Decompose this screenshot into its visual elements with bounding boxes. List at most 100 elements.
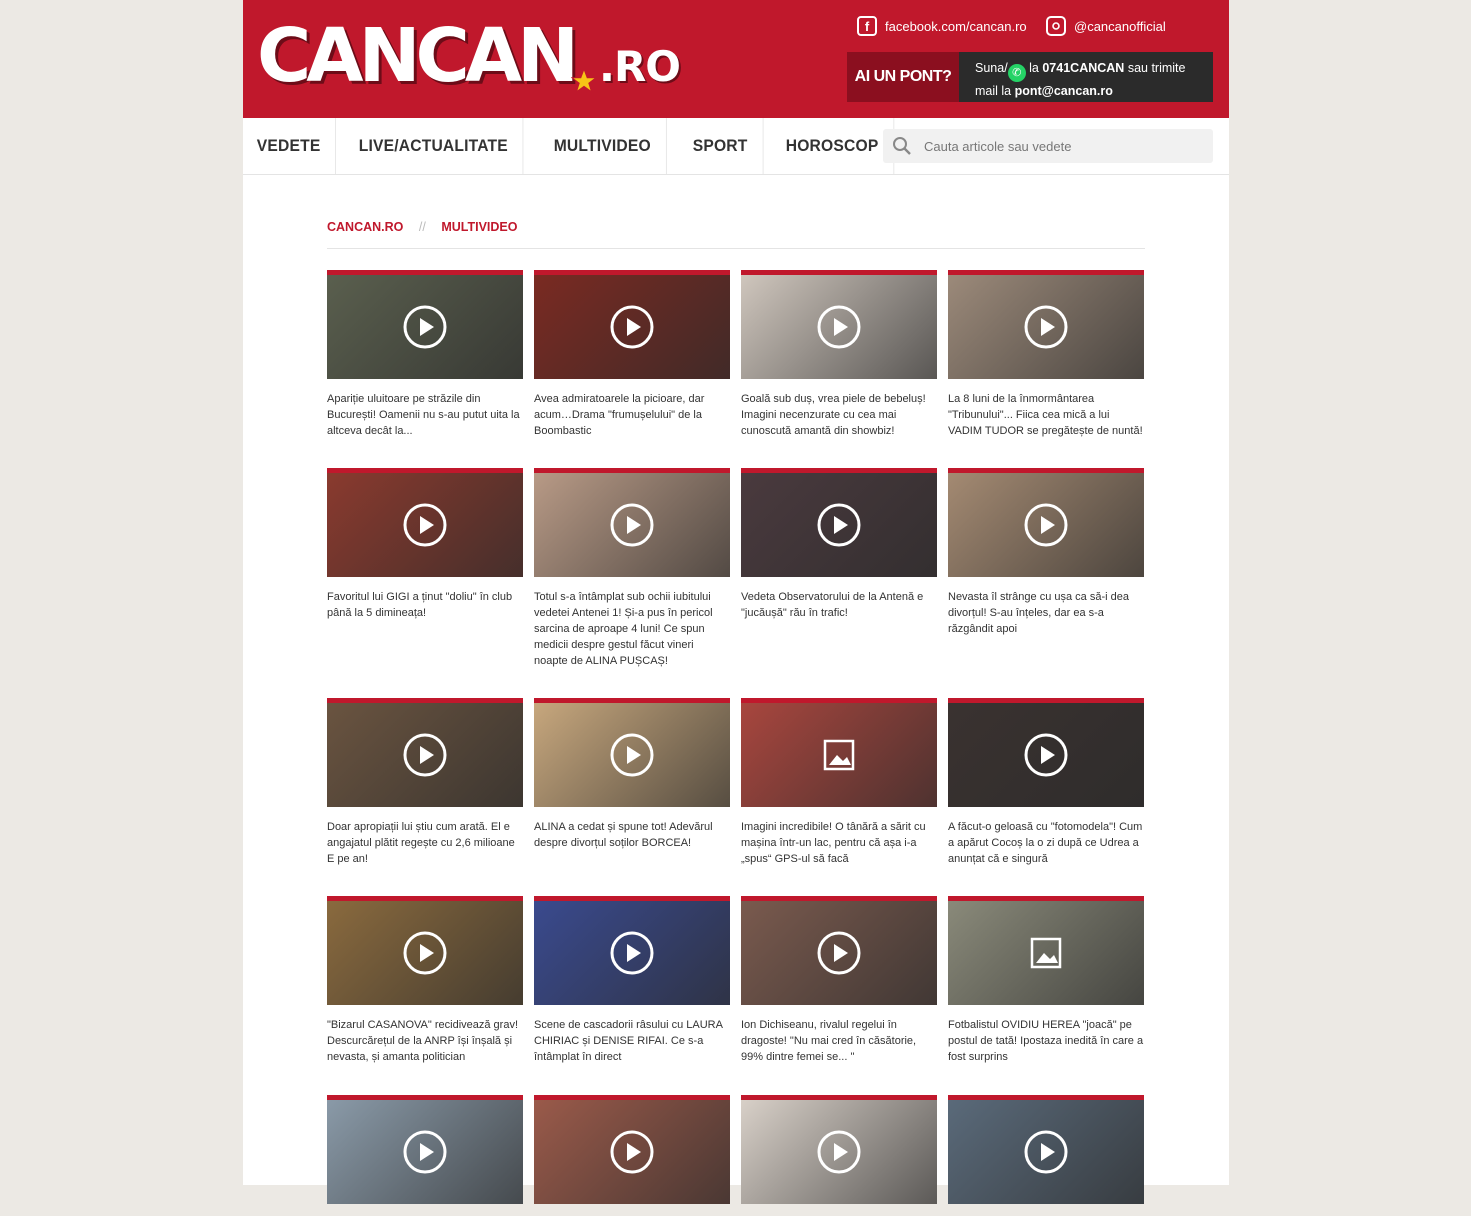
article-title[interactable]: Avea admiratoarele la picioare, dar acum… xyxy=(534,391,730,439)
logo-text: CANCAN xyxy=(257,13,579,99)
tip-button[interactable]: AI UN PONT? xyxy=(847,52,959,102)
tip-text-at: la xyxy=(1025,61,1043,75)
instagram-link[interactable]: @cancanofficial xyxy=(1046,16,1166,36)
nav-item[interactable]: LIVE/ACTUALITATE xyxy=(344,118,524,174)
article-thumbnail[interactable] xyxy=(741,698,937,807)
play-icon[interactable] xyxy=(403,1130,447,1174)
article-thumbnail[interactable] xyxy=(741,1095,937,1204)
article-card[interactable]: Vedeta Observatorului de la Antenă e "ju… xyxy=(741,468,937,621)
play-icon[interactable] xyxy=(403,931,447,975)
article-thumbnail[interactable] xyxy=(948,1095,1144,1204)
article-title[interactable]: Goală sub duș, vrea piele de bebeluș! Im… xyxy=(741,391,937,439)
tip-box: AI UN PONT? Suna/✆ la 0741CANCAN sau tri… xyxy=(847,52,1213,102)
play-icon[interactable] xyxy=(610,1130,654,1174)
article-card[interactable] xyxy=(534,1095,730,1216)
article-card[interactable]: Nevasta îl strânge cu ușa ca să-i dea di… xyxy=(948,468,1144,637)
article-card[interactable]: La 8 luni de la înmormântarea "Tribunulu… xyxy=(948,270,1144,439)
nav-item[interactable]: HOROSCOP xyxy=(771,118,894,174)
nav-item[interactable]: SPORT xyxy=(678,118,764,174)
article-title[interactable]: Totul s-a întâmplat sub ochii iubitului … xyxy=(534,589,730,669)
article-thumbnail[interactable] xyxy=(327,468,523,577)
article-title[interactable]: Fotbalistul OVIDIU HEREA "joacă" pe post… xyxy=(948,1017,1144,1065)
article-card[interactable] xyxy=(948,1095,1144,1216)
article-card[interactable]: Favoritul lui GIGI a ținut "doliu" în cl… xyxy=(327,468,523,621)
play-icon[interactable] xyxy=(1024,305,1068,349)
nav-item[interactable]: MULTIVIDEO xyxy=(539,118,667,174)
article-thumbnail[interactable] xyxy=(741,468,937,577)
play-icon[interactable] xyxy=(817,1130,861,1174)
play-icon[interactable] xyxy=(817,305,861,349)
play-icon[interactable] xyxy=(1024,1130,1068,1174)
article-title[interactable]: Doar apropiații lui știu cum arată. El e… xyxy=(327,819,523,867)
article-thumbnail[interactable] xyxy=(948,468,1144,577)
article-title[interactable]: Imagini incredibile! O tânără a sărit cu… xyxy=(741,819,937,867)
article-card[interactable] xyxy=(741,1095,937,1216)
play-icon[interactable] xyxy=(403,305,447,349)
article-thumbnail[interactable] xyxy=(741,270,937,379)
article-thumbnail[interactable] xyxy=(327,698,523,807)
article-title[interactable]: A făcut-o geloasă cu "fotomodela"! Cum a… xyxy=(948,819,1144,867)
gallery-icon[interactable] xyxy=(1024,931,1068,975)
play-icon[interactable] xyxy=(1024,503,1068,547)
play-icon[interactable] xyxy=(610,733,654,777)
breadcrumb-home[interactable]: CANCAN.RO xyxy=(327,220,403,234)
article-title[interactable]: "Bizarul CASANOVA" recidivează grav! Des… xyxy=(327,1017,523,1065)
article-title[interactable]: ALINA a cedat și spune tot! Adevărul des… xyxy=(534,819,730,851)
play-icon[interactable] xyxy=(610,305,654,349)
play-icon[interactable] xyxy=(1024,733,1068,777)
search-icon[interactable] xyxy=(892,136,912,156)
facebook-link[interactable]: f facebook.com/cancan.ro xyxy=(857,16,1027,36)
article-thumbnail[interactable] xyxy=(534,270,730,379)
nav-item[interactable]: VEDETE xyxy=(243,118,337,174)
gallery-icon[interactable] xyxy=(817,733,861,777)
article-card[interactable]: ALINA a cedat și spune tot! Adevărul des… xyxy=(534,698,730,851)
article-card[interactable]: A făcut-o geloasă cu "fotomodela"! Cum a… xyxy=(948,698,1144,867)
article-card[interactable]: Imagini incredibile! O tânără a sărit cu… xyxy=(741,698,937,867)
play-icon[interactable] xyxy=(610,503,654,547)
search-input[interactable] xyxy=(922,137,1196,155)
star-icon xyxy=(571,68,597,94)
article-thumbnail[interactable] xyxy=(534,896,730,1005)
article-title[interactable]: Vedeta Observatorului de la Antenă e "ju… xyxy=(741,589,937,621)
article-thumbnail[interactable] xyxy=(534,468,730,577)
article-thumbnail[interactable] xyxy=(948,270,1144,379)
whatsapp-icon: ✆ xyxy=(1007,64,1026,82)
article-title[interactable]: Scene de cascadorii râsului cu LAURA CHI… xyxy=(534,1017,730,1065)
article-title[interactable]: Ion Dichiseanu, rivalul regelui în drago… xyxy=(741,1017,937,1065)
article-card[interactable]: Scene de cascadorii râsului cu LAURA CHI… xyxy=(534,896,730,1065)
article-card[interactable]: Goală sub duș, vrea piele de bebeluș! Im… xyxy=(741,270,937,439)
article-card[interactable]: Totul s-a întâmplat sub ochii iubitului … xyxy=(534,468,730,669)
play-icon[interactable] xyxy=(817,931,861,975)
article-thumbnail[interactable] xyxy=(534,1095,730,1204)
article-thumbnail[interactable] xyxy=(534,698,730,807)
article-title[interactable]: Favoritul lui GIGI a ținut "doliu" în cl… xyxy=(327,589,523,621)
article-card[interactable]: Fotbalistul OVIDIU HEREA "joacă" pe post… xyxy=(948,896,1144,1065)
article-title[interactable]: Nevasta îl strânge cu ușa ca să-i dea di… xyxy=(948,589,1144,637)
article-card[interactable]: Avea admiratoarele la picioare, dar acum… xyxy=(534,270,730,439)
breadcrumb-current[interactable]: MULTIVIDEO xyxy=(441,220,517,234)
article-thumbnail[interactable] xyxy=(948,896,1144,1005)
breadcrumb-separator: // xyxy=(418,220,426,234)
play-icon[interactable] xyxy=(403,733,447,777)
article-thumbnail[interactable] xyxy=(327,270,523,379)
article-title[interactable]: La 8 luni de la înmormântarea "Tribunulu… xyxy=(948,391,1144,439)
article-card[interactable]: Doar apropiații lui știu cum arată. El e… xyxy=(327,698,523,867)
article-card[interactable]: Ion Dichiseanu, rivalul regelui în drago… xyxy=(741,896,937,1065)
play-icon[interactable] xyxy=(403,503,447,547)
article-thumbnail[interactable] xyxy=(741,896,937,1005)
tip-email[interactable]: pont@cancan.ro xyxy=(1015,84,1113,98)
article-thumbnail[interactable] xyxy=(948,698,1144,807)
tip-info: Suna/✆ la 0741CANCAN sau trimite mail la… xyxy=(959,52,1213,102)
tip-text-call: Suna/ xyxy=(975,61,1008,75)
article-card[interactable] xyxy=(327,1095,523,1216)
article-card[interactable]: "Bizarul CASANOVA" recidivează grav! Des… xyxy=(327,896,523,1065)
play-icon[interactable] xyxy=(817,503,861,547)
facebook-icon: f xyxy=(857,16,877,36)
article-card[interactable]: Apariție uluitoare pe străzile din Bucur… xyxy=(327,270,523,439)
article-thumbnail[interactable] xyxy=(327,896,523,1005)
instagram-label: @cancanofficial xyxy=(1074,18,1166,34)
article-title[interactable]: Apariție uluitoare pe străzile din Bucur… xyxy=(327,391,523,439)
logo-tld: .RO xyxy=(599,42,681,91)
play-icon[interactable] xyxy=(610,931,654,975)
article-thumbnail[interactable] xyxy=(327,1095,523,1204)
